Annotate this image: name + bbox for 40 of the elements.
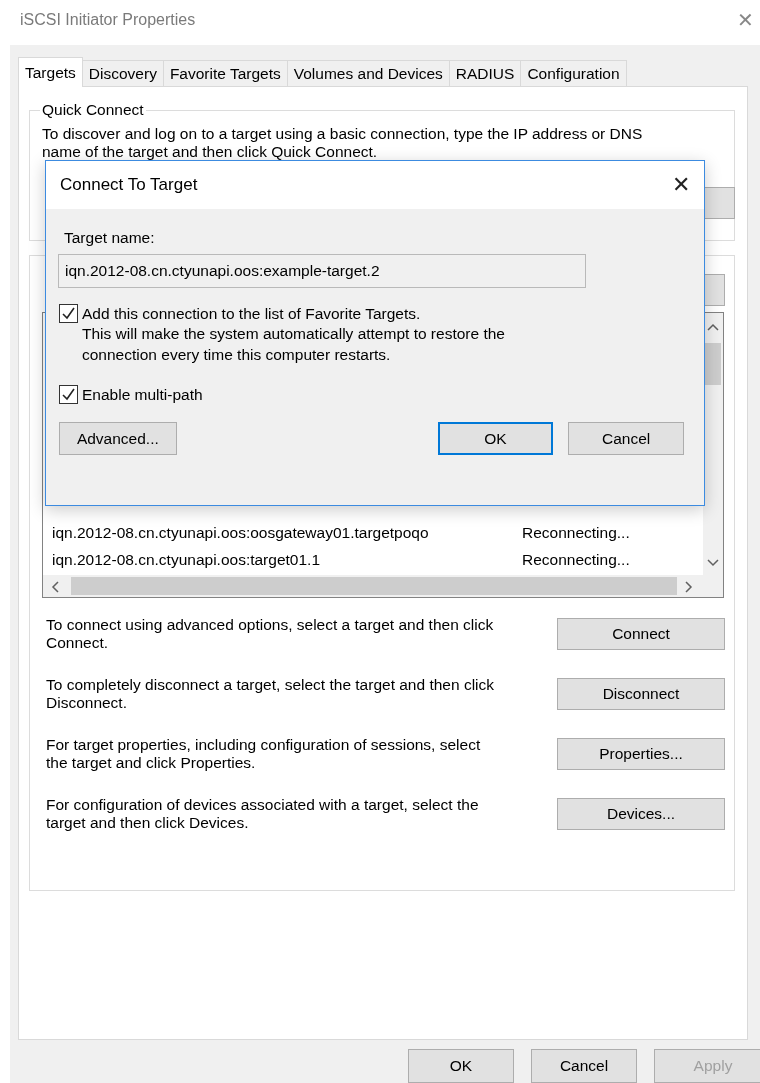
tab[interactable]: Configuration — [520, 60, 627, 87]
horizontal-scrollbar[interactable] — [43, 575, 723, 597]
close-icon[interactable]: ✕ — [734, 7, 756, 32]
scroll-up-icon[interactable] — [707, 323, 719, 331]
dialog-button[interactable]: Cancel — [531, 1049, 637, 1083]
target-name-cell[interactable]: iqn.2012-08.cn.ctyunapi.oos:oosgateway01.targetpoqo — [52, 523, 522, 542]
checkbox[interactable] — [59, 385, 78, 404]
scroll-thumb[interactable] — [705, 343, 721, 385]
close-icon[interactable]: ✕ — [672, 172, 690, 198]
tab[interactable]: Targets — [18, 57, 83, 87]
scroll-thumb[interactable] — [71, 577, 677, 595]
dialog-button[interactable]: Cancel — [568, 422, 684, 455]
checkbox-label: Add this connection to the list of Favorite Targets. — [82, 304, 421, 323]
target-name-field[interactable]: iqn.2012-08.cn.ctyunapi.oos:example-target.2 — [58, 254, 586, 288]
action-description: For configuration of devices associated with a target, select the target and then click Devices. — [46, 796, 480, 832]
action-description: To connect using advanced options, select a target and then click Connect. — [46, 616, 495, 652]
option-note: This will make the system automatically attempt to restore the connection every time this computer restarts. — [82, 324, 506, 365]
action-button[interactable]: Properties... — [557, 738, 725, 770]
action-description: To completely disconnect a target, select the target and then click Disconnect. — [46, 676, 496, 712]
checkbox[interactable] — [59, 304, 78, 323]
action-description: For target properties, including configuration of sessions, select the target and click Properties. — [46, 736, 482, 772]
dialog-button[interactable]: OK — [408, 1049, 514, 1083]
action-button[interactable]: Devices... — [557, 798, 725, 830]
group-title: Quick Connect — [41, 101, 145, 119]
action-button[interactable]: Connect — [557, 618, 725, 650]
status-cell-text: Reconnecting... — [522, 523, 631, 542]
instructions-text: To discover and log on to a target using a basic connection, type the IP address or DNS name of the target and then click Quick Connect. — [42, 125, 644, 161]
action-button[interactable]: Disconnect — [557, 678, 725, 710]
scroll-down-icon[interactable] — [707, 559, 719, 567]
scroll-right-icon[interactable] — [685, 581, 693, 593]
dialog-title: Connect To Target — [60, 175, 198, 195]
scroll-left-icon[interactable] — [51, 581, 59, 593]
checkbox-label: Enable multi-path — [82, 385, 203, 404]
status-cell-text: Reconnecting... — [522, 550, 631, 569]
target-name-cell[interactable]: iqn.2012-08.cn.ctyunapi.oos:target01.1 — [52, 550, 522, 569]
dialog-button[interactable]: OK — [437, 422, 554, 455]
vertical-scrollbar[interactable] — [703, 313, 723, 575]
window-title: iSCSI Initiator Properties — [20, 10, 196, 29]
field-label: Target name: — [64, 229, 156, 247]
dialog-button[interactable]: Advanced... — [59, 422, 177, 455]
